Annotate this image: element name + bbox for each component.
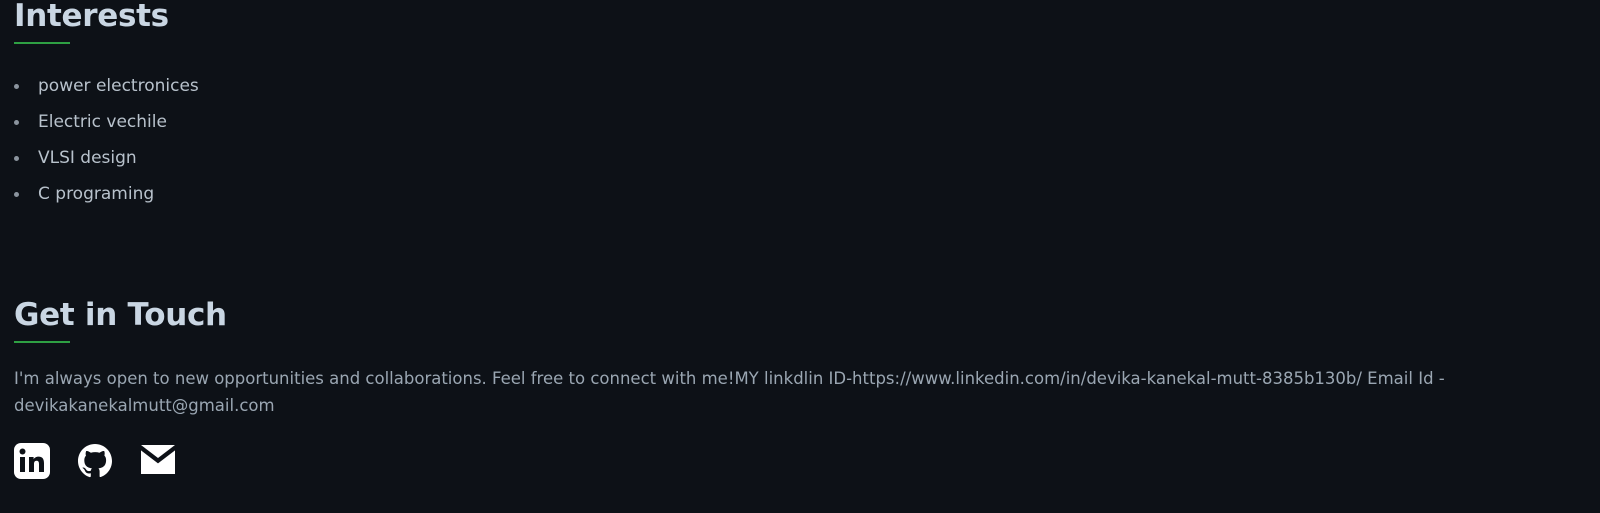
contact-title: Get in Touch <box>14 297 227 333</box>
github-icon <box>78 444 112 478</box>
linkedin-link[interactable] <box>14 443 50 479</box>
github-link[interactable] <box>77 443 113 479</box>
social-links <box>14 443 1574 479</box>
contact-underline <box>14 341 70 343</box>
list-item: C programing <box>14 176 199 212</box>
contact-email-text: devikakanekalmutt@gmail.com <box>14 396 275 415</box>
contact-description-line-1: I'm always open to new opportunities and… <box>14 369 1445 388</box>
interests-underline <box>14 42 70 44</box>
interests-list: power electronices Electric vechile VLSI… <box>14 68 199 212</box>
linkedin-icon <box>14 443 50 479</box>
email-link[interactable] <box>140 443 176 479</box>
page: Interests power electronices Electric ve… <box>0 0 1600 513</box>
contact-description: I'm always open to new opportunities and… <box>14 365 1534 419</box>
list-item: power electronices <box>14 68 199 104</box>
interests-title: Interests <box>14 0 169 34</box>
email-icon <box>140 445 176 474</box>
interests-section: Interests power electronices Electric ve… <box>14 0 199 212</box>
list-item: Electric vechile <box>14 104 199 140</box>
list-item: VLSI design <box>14 140 199 176</box>
contact-section: Get in Touch I'm always open to new oppo… <box>14 300 1574 479</box>
